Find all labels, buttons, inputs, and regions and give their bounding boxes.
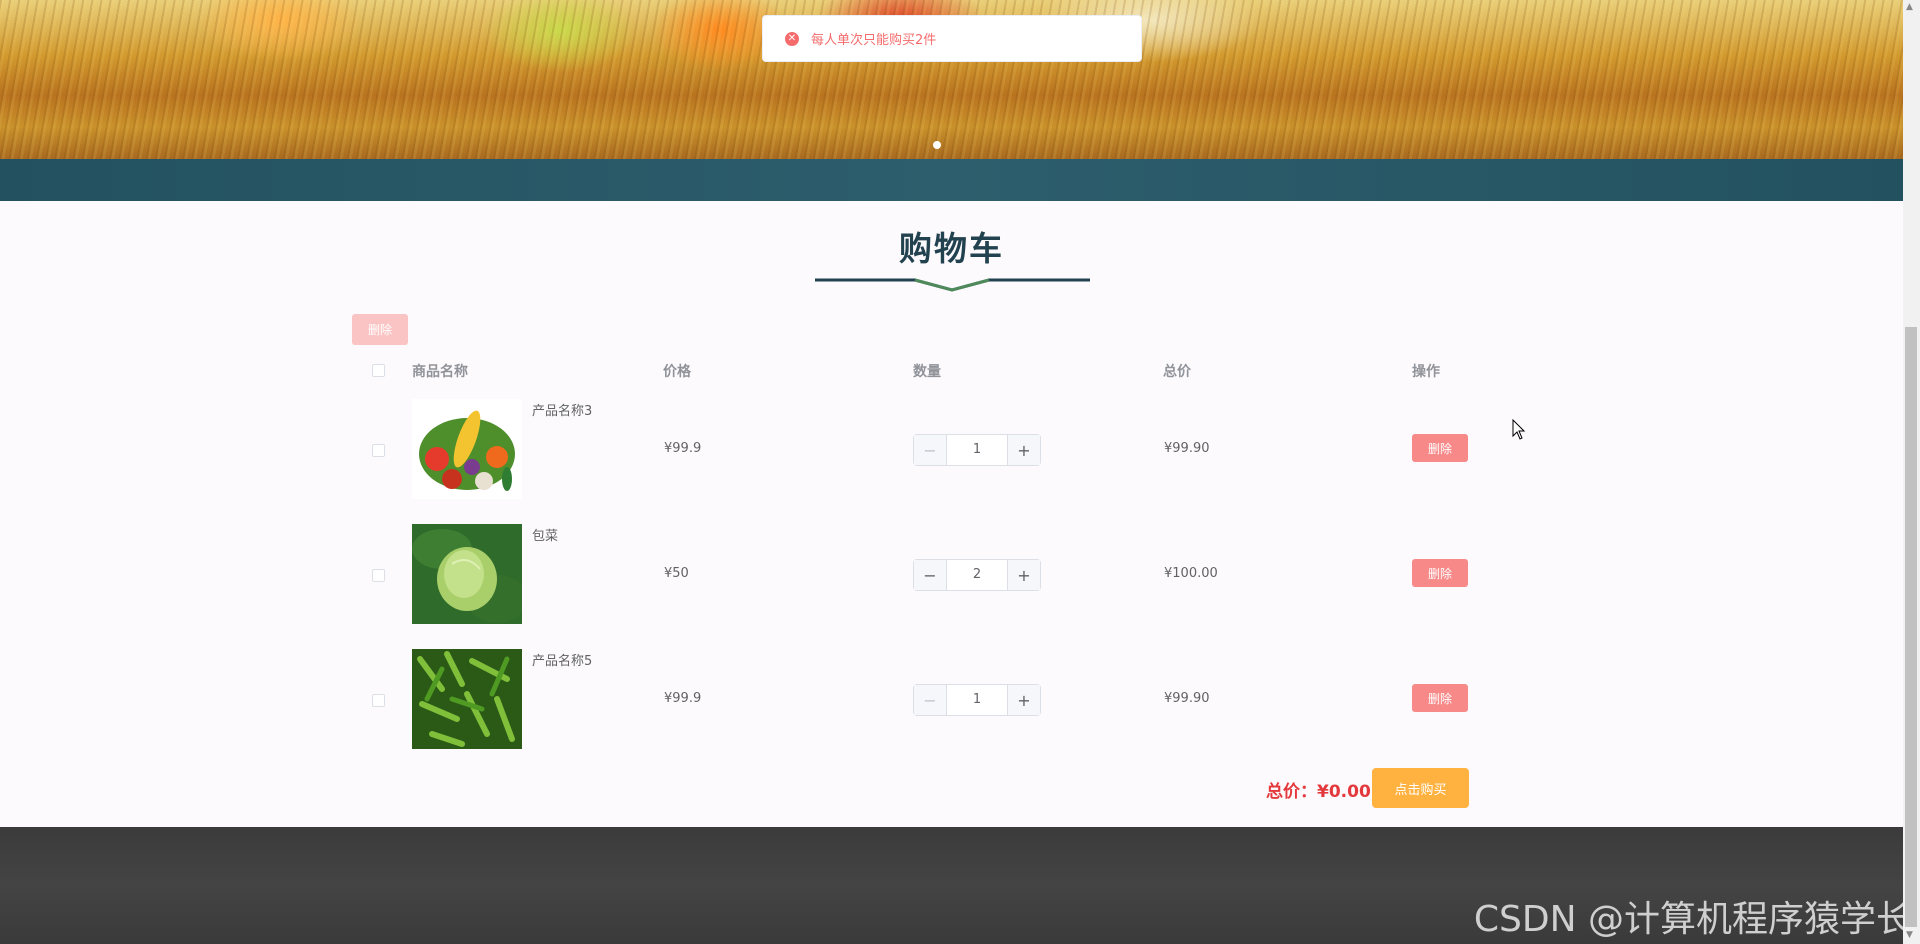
table-row: 包菜 ¥50 − 2 + ¥100.00 删除	[352, 514, 1479, 639]
error-toast: ✕ 每人单次只能购买2件	[762, 15, 1142, 62]
batch-delete-button[interactable]: 删除	[352, 314, 408, 345]
cart-table: 商品名称 价格 数量 总价 操作 产品名称3 ¥99.9 − 1 + ¥99.9…	[352, 349, 1479, 764]
increase-button[interactable]: +	[1007, 435, 1040, 465]
product-name[interactable]: 产品名称3	[532, 400, 592, 419]
scroll-down-icon[interactable]: ▼	[1906, 930, 1913, 940]
product-name[interactable]: 产品名称5	[532, 650, 592, 669]
table-row: 产品名称3 ¥99.9 − 1 + ¥99.90 删除	[352, 389, 1479, 514]
quantity-stepper: − 1 +	[913, 684, 1041, 716]
green-peppers-image	[412, 649, 522, 749]
quantity-stepper: − 1 +	[913, 434, 1041, 466]
delete-button[interactable]: 删除	[1412, 684, 1468, 712]
decrease-button[interactable]: −	[914, 685, 947, 715]
delete-button[interactable]: 删除	[1412, 559, 1468, 587]
delete-button[interactable]: 删除	[1412, 434, 1468, 462]
mixed-vegetables-image	[412, 399, 522, 499]
table-header: 商品名称 价格 数量 总价 操作	[352, 349, 1479, 389]
scroll-thumb[interactable]	[1905, 327, 1917, 927]
quantity-input[interactable]: 1	[947, 435, 1007, 465]
quantity-input[interactable]: 1	[947, 685, 1007, 715]
row-checkbox[interactable]	[372, 569, 385, 582]
watermark: CSDN @计算机程序猿学长	[1473, 899, 1912, 940]
title-underline	[815, 278, 1090, 292]
header-name: 商品名称	[412, 364, 468, 380]
buy-button[interactable]: 点击购买	[1372, 768, 1469, 808]
product-price: ¥50	[664, 566, 689, 581]
header-band	[0, 159, 1903, 201]
cabbage-image	[412, 524, 522, 624]
table-row: 产品名称5 ¥99.9 − 1 + ¥99.90 删除	[352, 639, 1479, 764]
decrease-button[interactable]: −	[914, 560, 947, 590]
cursor-icon	[1512, 419, 1526, 440]
row-subtotal: ¥99.90	[1164, 441, 1210, 456]
scroll-up-icon[interactable]: ▲	[1906, 2, 1913, 12]
product-price: ¥99.9	[664, 441, 702, 456]
header-action: 操作	[1412, 364, 1440, 380]
row-checkbox[interactable]	[372, 444, 385, 457]
quantity-input[interactable]: 2	[947, 560, 1007, 590]
select-all-checkbox[interactable]	[372, 364, 385, 377]
header-price: 价格	[663, 364, 691, 380]
row-checkbox[interactable]	[372, 694, 385, 707]
toast-message: 每人单次只能购买2件	[811, 33, 937, 48]
decrease-button[interactable]: −	[914, 435, 947, 465]
error-circle-icon: ✕	[785, 31, 799, 46]
row-subtotal: ¥99.90	[1164, 691, 1210, 706]
header-quantity: 数量	[913, 364, 941, 380]
carousel-indicator[interactable]	[933, 141, 941, 149]
increase-button[interactable]: +	[1007, 685, 1040, 715]
row-subtotal: ¥100.00	[1164, 566, 1218, 581]
quantity-stepper: − 2 +	[913, 559, 1041, 591]
product-price: ¥99.9	[664, 691, 702, 706]
vertical-scrollbar[interactable]: ▲ ▼	[1903, 0, 1920, 944]
increase-button[interactable]: +	[1007, 560, 1040, 590]
page-title: 购物车	[899, 229, 1004, 268]
cart-total: 总价：¥0.00	[1266, 782, 1371, 802]
product-name[interactable]: 包菜	[532, 525, 558, 544]
header-total: 总价	[1163, 364, 1191, 380]
